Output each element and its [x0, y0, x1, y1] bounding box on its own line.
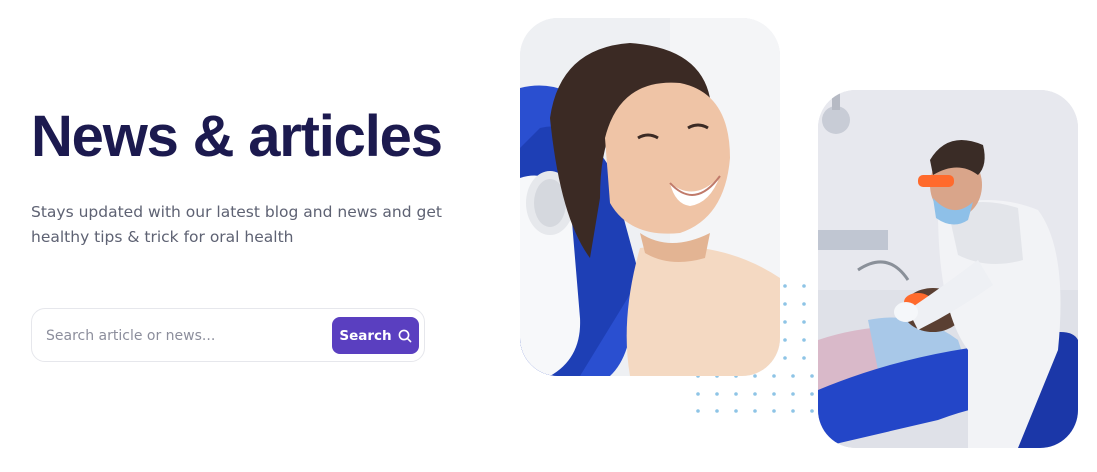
- search-input[interactable]: [46, 322, 326, 350]
- search-box: Search: [31, 308, 425, 362]
- patient-smiling-photo: [520, 18, 780, 376]
- search-button[interactable]: Search: [332, 317, 419, 354]
- dentist-treating-patient-photo: [818, 90, 1078, 448]
- page-title: News & articles: [31, 104, 443, 169]
- page-subtitle: Stays updated with our latest blog and n…: [31, 203, 442, 246]
- search-button-label: Search: [339, 327, 392, 344]
- search-icon: [398, 329, 412, 343]
